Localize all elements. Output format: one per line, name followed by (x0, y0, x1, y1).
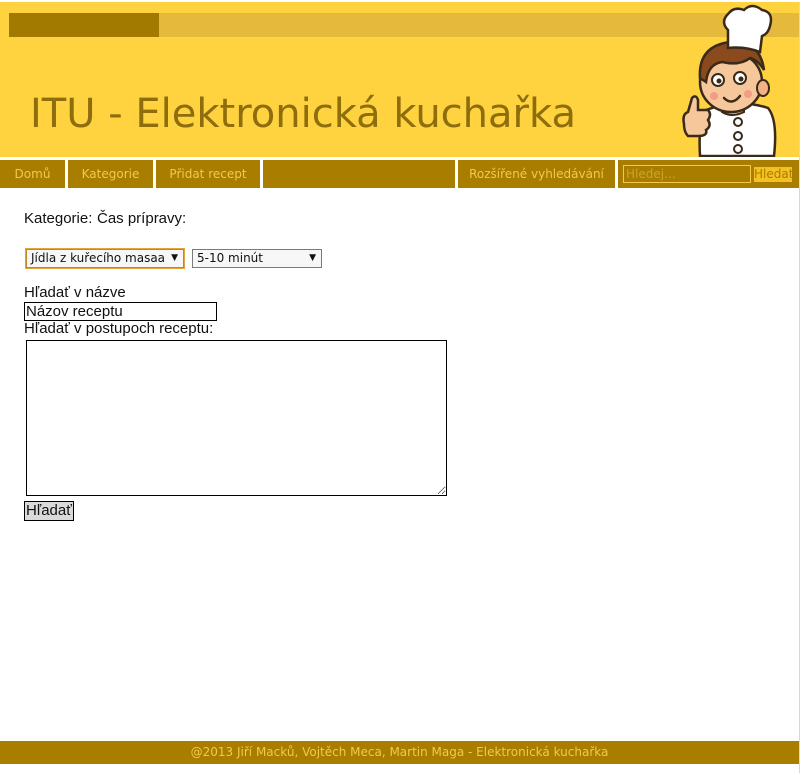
nav-item-add-recipe[interactable]: Přidat recept (156, 160, 260, 188)
name-search-label: Hľadať v názve (24, 284, 126, 301)
prep-time-select-value: 5-10 minút (197, 251, 263, 265)
category-select[interactable]: Jídla z kuřecího masaa ▼ (25, 248, 185, 269)
site-title: ITU - Elektronická kuchařka (30, 91, 576, 137)
site-footer: @2013 Jiří Macků, Vojtěch Meca, Martin M… (0, 741, 799, 764)
recipe-name-input[interactable] (24, 302, 217, 321)
main-nav: Domů Kategorie Přidat recept Rozšířené v… (0, 157, 799, 188)
category-label: Kategorie: (24, 210, 93, 227)
site-header: ITU - Elektronická kuchařka (0, 2, 799, 158)
header-stripe-accent (9, 13, 159, 37)
nav-search: Hledat (618, 160, 799, 188)
chef-mascot-icon (682, 4, 777, 158)
search-button[interactable]: Hľadať (24, 501, 74, 521)
chevron-down-icon: ▼ (309, 253, 316, 263)
nav-search-button[interactable]: Hledat (754, 167, 792, 182)
nav-item-home[interactable]: Domů (0, 160, 65, 188)
nav-item-empty (263, 160, 455, 188)
steps-textarea[interactable] (26, 340, 447, 496)
nav-item-advanced-search[interactable]: Rozšířené vyhledávání (458, 160, 615, 188)
nav-item-categories[interactable]: Kategorie (68, 160, 153, 188)
page: ITU - Elektronická kuchařka Domů Kategor… (0, 2, 800, 773)
category-select-value: Jídla z kuřecího masaa (31, 251, 166, 265)
chevron-down-icon: ▼ (171, 253, 178, 263)
nav-search-input[interactable] (623, 165, 751, 183)
steps-search-label: Hľadať v postupoch receptu: (24, 320, 214, 337)
prep-time-select[interactable]: 5-10 minút ▼ (192, 249, 322, 268)
prep-time-label: Čas prípravy: (97, 210, 187, 227)
